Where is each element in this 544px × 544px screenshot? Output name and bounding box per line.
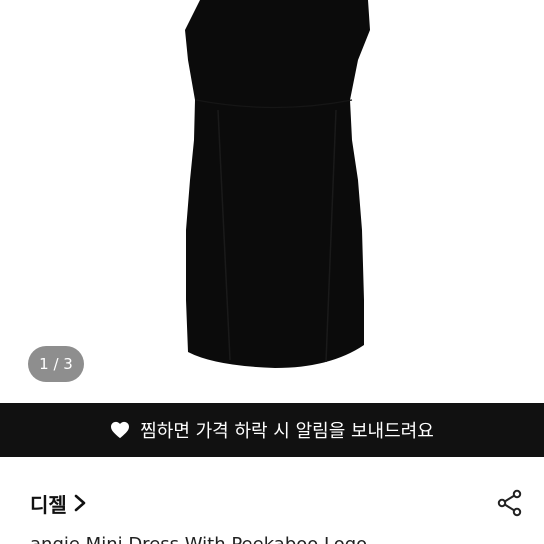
page-indicator: 1 / 3 xyxy=(28,346,84,382)
product-title: angie Mini Dress With Peekaboo Logo xyxy=(30,534,544,544)
banner-text: 찜하면 가격 하락 시 알림을 보내드려요 xyxy=(140,421,434,442)
share-icon[interactable] xyxy=(496,489,524,517)
heart-icon xyxy=(111,421,130,439)
wishlist-price-alert-banner[interactable]: 찜하면 가격 하락 시 알림을 보내드려요 xyxy=(0,403,544,457)
chevron-right-icon xyxy=(74,494,86,512)
product-image-gallery[interactable]: 1 / 3 xyxy=(0,0,544,403)
product-image xyxy=(185,0,370,368)
brand-link[interactable]: 디젤 xyxy=(30,488,87,518)
brand-name: 디젤 xyxy=(30,492,67,517)
